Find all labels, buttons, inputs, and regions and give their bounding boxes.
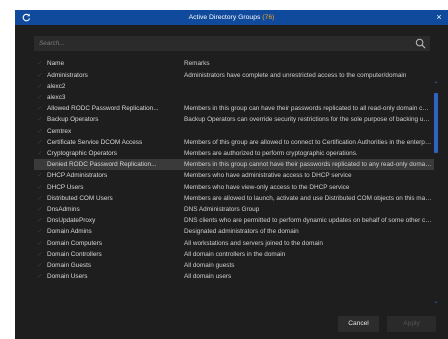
table-row[interactable]: ✓ alexc3 [34,92,434,103]
scroll-thumb[interactable] [434,93,438,153]
row-checkbox[interactable]: ✓ [34,81,46,92]
group-name: DnsUpdateProxy [47,217,96,225]
scrollbar[interactable]: ⌃ ⌄ [433,70,439,305]
row-checkbox[interactable]: ✓ [34,170,46,181]
row-checkbox[interactable]: ✓ [34,193,46,204]
group-count: (76) [262,14,275,21]
row-checkbox[interactable]: ✓ [34,215,46,226]
table-row[interactable]: ✓ DnsUpdateProxy DNS clients who are permi… [34,215,434,226]
table-row[interactable]: ✓ Domain Controllers All domain controller… [34,249,434,260]
group-remarks: Members in this group can have their pas… [184,105,432,113]
table-row[interactable]: ✓ Domain Guests All domain guests [34,260,434,271]
group-name: Cryptographic Operators [47,150,117,157]
scroll-up-arrow-icon[interactable]: ⌃ [433,82,439,88]
apply-button[interactable]: Apply [387,316,436,332]
search-icon[interactable] [415,38,426,49]
table-row[interactable]: ✓ Domain Admins Designated administrators … [34,226,434,237]
table-row[interactable]: ✓ Domain Computers All workstations and se… [34,238,434,249]
group-name: Certificate Service DCOM Access [47,138,143,146]
row-checkbox[interactable]: ✓ [34,70,46,81]
group-remarks: Members who have administrative access t… [184,172,352,180]
row-checkbox[interactable]: ✓ [34,137,46,148]
group-remarks: Members are allowed to launch, activate … [184,194,432,202]
dialog-title: Active Directory Groups (76) [15,10,448,25]
group-remarks: All workstations and servers joined to t… [184,239,323,247]
row-checkbox[interactable]: ✓ [34,126,46,137]
dialog-title-text: Active Directory Groups [188,14,261,21]
column-header-remarks[interactable]: Remarks [184,58,432,69]
group-remarks: Members of this group are allowed to con… [184,138,432,146]
table-row[interactable]: ✓ Backup Operators Backup Operators can ov… [34,114,434,125]
group-remarks: Backup Operators can override security r… [184,116,432,124]
group-name: DHCP Users [47,183,84,191]
cancel-button[interactable]: Cancel [338,316,379,332]
group-remarks: DNS clients who are permitted to perform… [184,217,432,225]
select-all-checkbox[interactable]: ✓ [34,58,46,69]
row-checkbox[interactable]: ✓ [34,249,46,260]
group-name: Domain Users [47,273,88,281]
group-remarks: All domain users [184,273,232,281]
group-name: Denied RODC Password Replication... [47,161,157,169]
group-name: alexc3 [47,94,66,101]
row-checkbox[interactable]: ✓ [34,204,46,215]
table-row[interactable]: ✓ DHCP Administrators Members who have adm… [34,170,434,181]
table-row[interactable]: ✓ DHCP Users Members who have view-only ac… [34,182,434,193]
title-bar: Active Directory Groups (76) × [15,10,448,25]
group-name: Domain Computers [47,239,103,247]
row-checkbox[interactable]: ✓ [34,114,46,125]
group-remarks: Members are authorized to perform crypto… [184,150,358,157]
search-input[interactable] [34,36,409,51]
scroll-down-arrow-icon[interactable]: ⌄ [433,299,439,305]
groups-table: ✓ Name Remarks ✓ Administrators Administra… [34,58,434,285]
group-remarks: DNS Administrators Group [184,206,260,213]
close-icon[interactable]: × [434,10,444,25]
table-row[interactable]: ✓ Domain Users All domain users [34,271,434,282]
row-checkbox[interactable]: ✓ [34,182,46,193]
group-name: Administrators [47,71,88,79]
group-remarks: Designated administrators of the domain [184,228,299,236]
table-header: ✓ Name Remarks [34,58,434,69]
group-name: alexc2 [47,82,66,90]
table-row[interactable]: ✓ Allowed RODC Password Replication... Mem… [34,103,434,114]
group-name: Domain Controllers [47,250,102,258]
group-remarks: All domain controllers in the domain [184,250,286,258]
row-checkbox[interactable]: ✓ [34,226,46,237]
table-row[interactable]: ✓ Cemtrex [34,126,434,137]
group-name: Allowed RODC Password Replication... [47,105,159,113]
row-checkbox[interactable]: ✓ [34,148,46,159]
row-checkbox[interactable]: ✓ [34,260,46,271]
search-bar [34,36,430,51]
table-row[interactable]: ✓ Denied RODC Password Replication... Memb… [34,159,434,171]
group-remarks: Members in this group cannot have their … [184,161,432,169]
active-directory-groups-dialog: Active Directory Groups (76) × ✓ Name Re… [15,10,448,339]
row-checkbox[interactable]: ✓ [34,271,46,282]
table-row[interactable]: ✓ Certificate Service DCOM Access Members … [34,137,434,148]
group-remarks: Administrators have complete and unrestr… [184,71,407,79]
row-checkbox[interactable]: ✓ [34,238,46,249]
row-checkbox[interactable]: ✓ [34,159,46,170]
group-name: Backup Operators [47,116,99,124]
table-row[interactable]: ✓ alexc2 [34,81,434,92]
group-name: Cemtrex [47,127,72,135]
table-row[interactable]: ✓ Distributed COM Users Members are allowe… [34,193,434,204]
column-header-name[interactable]: Name [47,58,182,69]
table-row[interactable]: ✓ Administrators Administrators have compl… [34,70,434,81]
group-remarks: All domain guests [184,262,235,269]
table-row[interactable]: ✓ Cryptographic Operators Members are auth… [34,148,434,159]
group-name: Domain Guests [47,262,92,269]
group-name: DnsAdmins [47,206,80,213]
group-remarks: Members who have view-only access to the… [184,183,350,191]
table-row[interactable]: ✓ DnsAdmins DNS Administrators Group [34,204,434,215]
group-name: DHCP Administrators [47,172,108,180]
group-name: Domain Admins [47,228,92,236]
group-name: Distributed COM Users [47,194,113,202]
row-checkbox[interactable]: ✓ [34,103,46,114]
row-checkbox[interactable]: ✓ [34,92,46,103]
